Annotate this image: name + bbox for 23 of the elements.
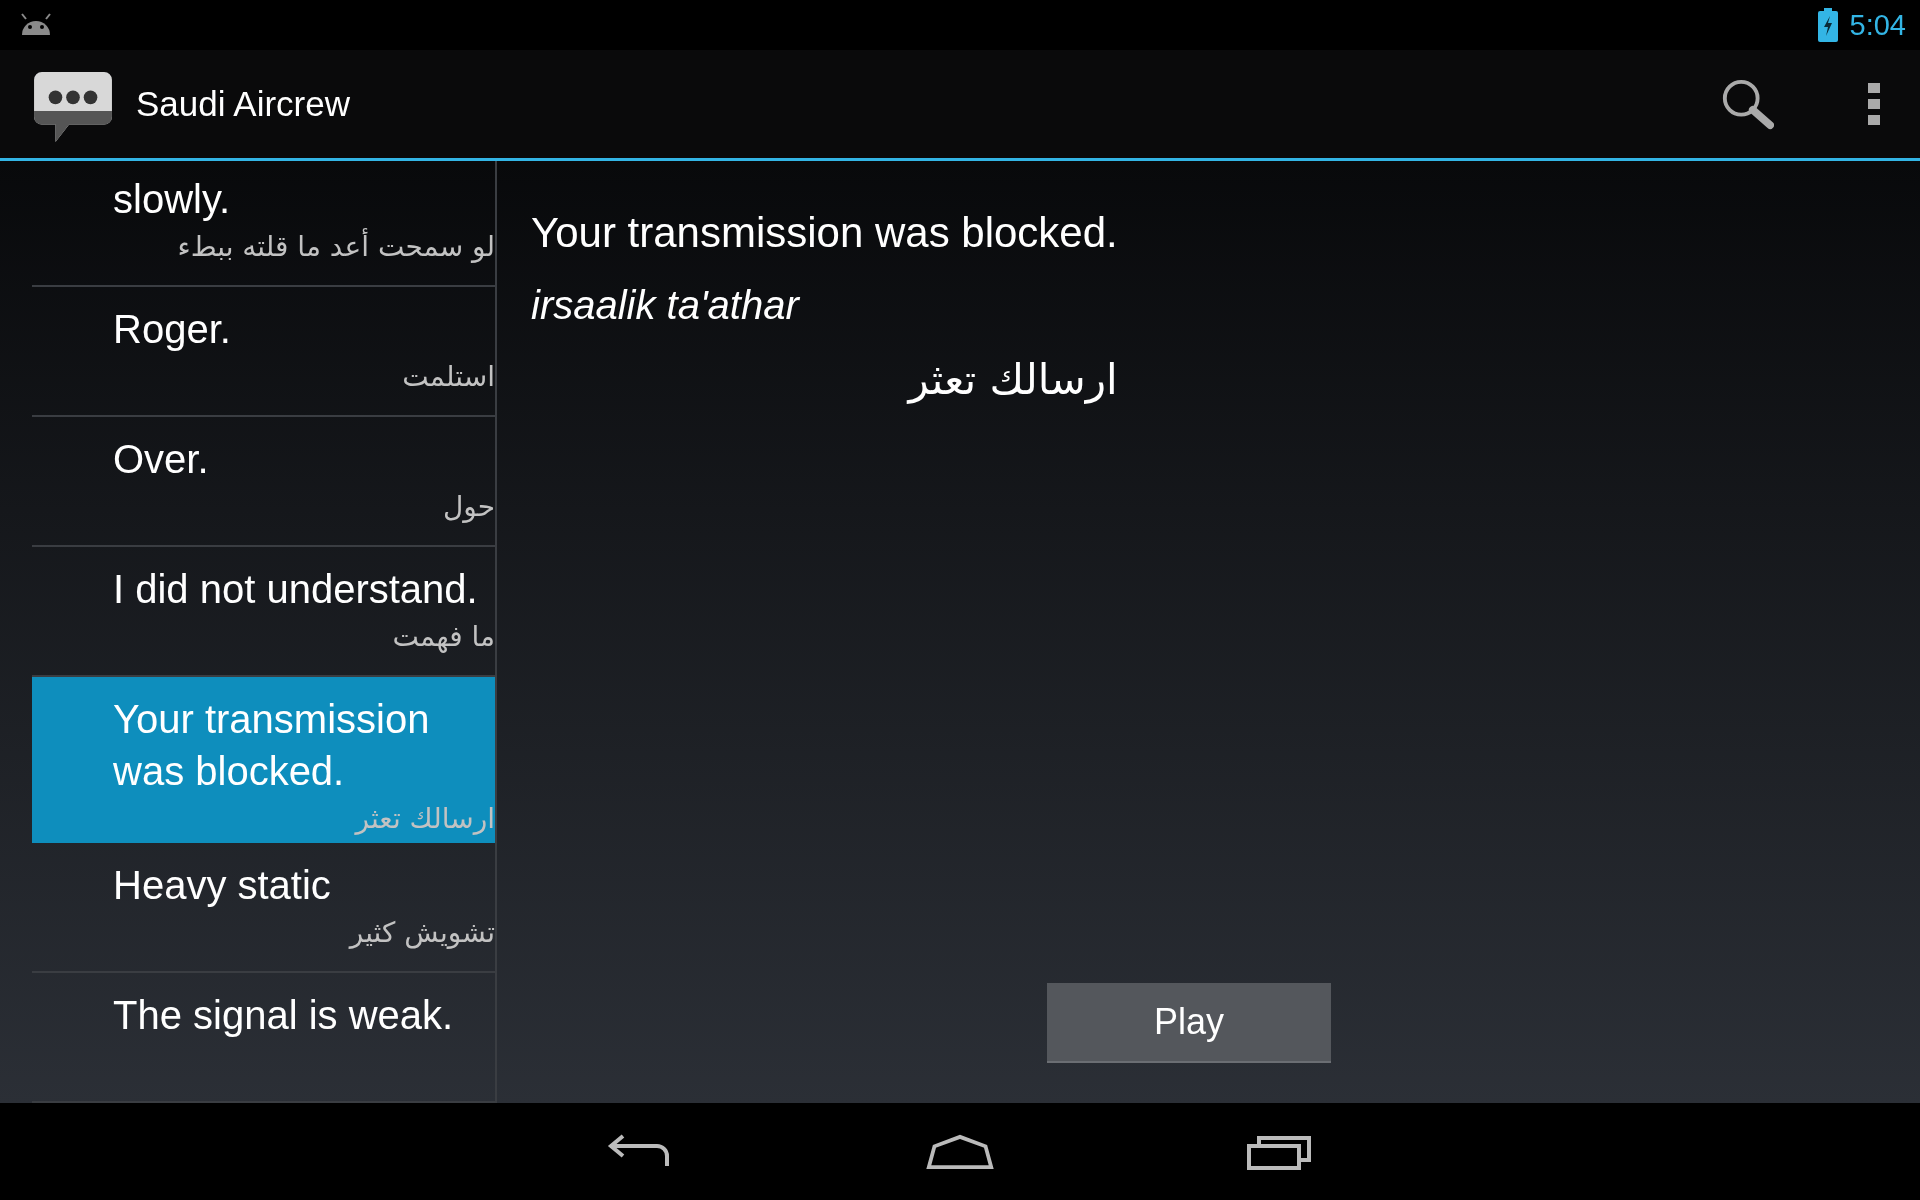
phrase-english: Your transmission was blocked. <box>531 208 1118 258</box>
phrase-arabic: حول <box>441 489 495 525</box>
phrase-english: I did not understand. <box>113 566 479 613</box>
phrase-arabic: ارسالك تعثر <box>905 354 1118 406</box>
phrase-english: Heavy static <box>113 862 332 909</box>
play-button[interactable]: Play <box>1047 983 1331 1063</box>
phrase-english: Over. <box>113 436 210 483</box>
clock-time: 5:04 <box>1849 8 1906 42</box>
phrase-english: Your transmission was blocked. <box>113 696 431 795</box>
battery-charging-icon <box>1817 8 1838 42</box>
search-icon[interactable] <box>1720 77 1774 131</box>
phrase-english: Roger. <box>113 306 232 353</box>
phrase-arabic: استلمت <box>401 359 495 395</box>
app-title: Saudi Aircrew <box>136 84 350 124</box>
phrase-english: slowly. <box>113 176 232 223</box>
overflow-menu-icon[interactable] <box>1868 83 1880 125</box>
android-icon <box>18 13 54 37</box>
phrase-english: The signal is weak. <box>113 992 455 1039</box>
phrase-arabic: لو سمحت أعد ما قلته ببطء <box>176 227 495 265</box>
phrase-transliteration: irsaalik ta'athar <box>531 282 801 329</box>
phrase-arabic: تشويش كثير <box>347 915 495 951</box>
phrase-arabic: ما فهمت <box>391 619 495 655</box>
phrase-arabic: ارسالك تعثر <box>353 801 495 837</box>
